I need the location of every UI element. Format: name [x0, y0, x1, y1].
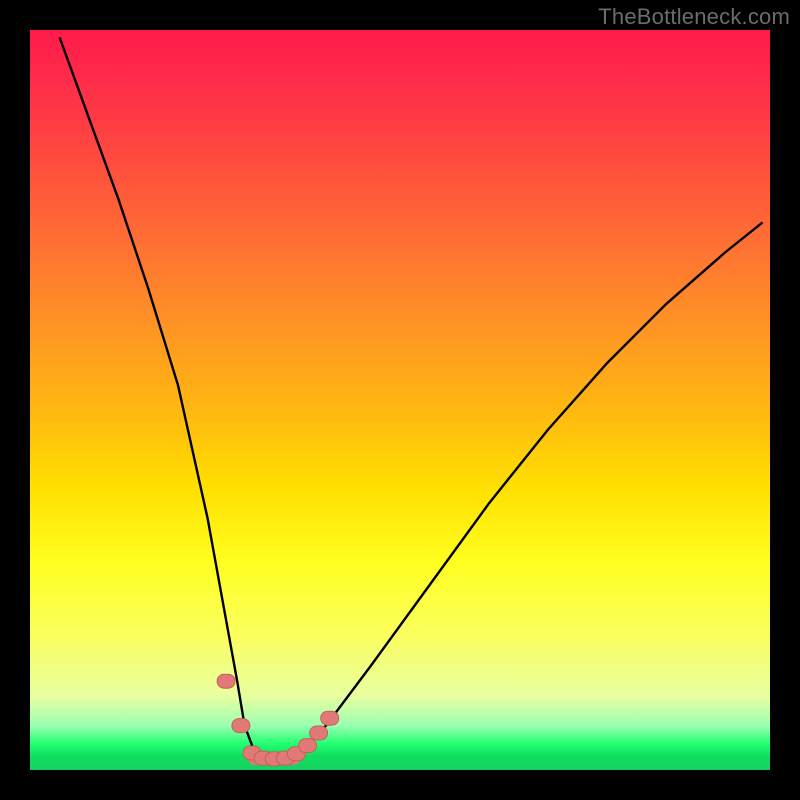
- marker-dot: [232, 719, 250, 733]
- curve-path: [60, 37, 763, 759]
- highlighted-points: [217, 674, 339, 766]
- marker-dot: [321, 711, 339, 725]
- plot-area: [30, 30, 770, 770]
- curve-layer: [30, 30, 770, 770]
- bottleneck-curve: [60, 37, 763, 759]
- marker-dot: [217, 674, 235, 688]
- chart-stage: TheBottleneck.com: [0, 0, 800, 800]
- marker-dot: [310, 726, 328, 740]
- watermark-text: TheBottleneck.com: [598, 4, 790, 30]
- marker-dot: [299, 739, 317, 753]
